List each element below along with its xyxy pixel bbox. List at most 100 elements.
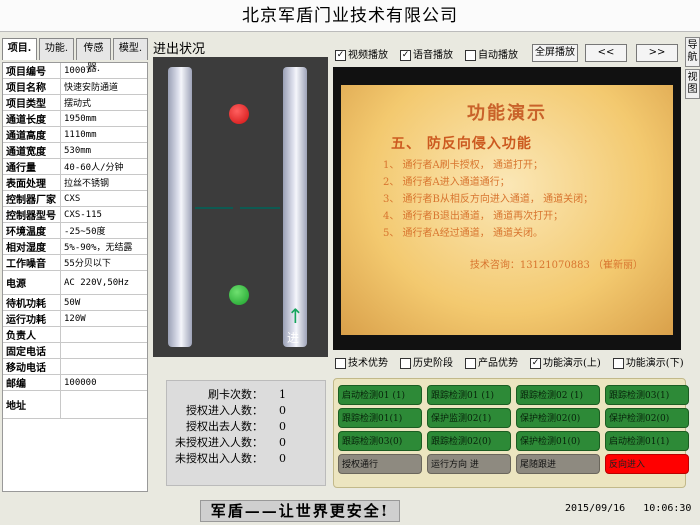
spec-key: 地址	[3, 391, 61, 418]
demo-mode-options: 技术优势 历史阶段 产品优势 ✓ 功能演示(上) 功能演示(下)	[335, 354, 684, 369]
passage-view: ↑ 进	[153, 57, 328, 357]
nav-tab[interactable]: 导航	[685, 37, 700, 67]
counter-label: 授权进入人数：	[186, 404, 263, 417]
voice-checkbox[interactable]: ✓ 语音播放	[400, 46, 453, 61]
view-tab[interactable]: 视图	[685, 69, 700, 99]
prev-button[interactable]: <<	[585, 44, 627, 62]
spec-value: 摆动式	[64, 99, 92, 109]
spec-key: 相对湿度	[3, 239, 61, 254]
auto-label: 自动播放	[478, 49, 518, 61]
slogan: 军盾——让世界更安全!	[200, 500, 400, 522]
checkbox-icon: ✓	[400, 49, 411, 61]
spec-key: 控制器厂家	[3, 191, 61, 206]
auto-checkbox[interactable]: 自动播放	[465, 46, 518, 61]
checkbox-icon: ✓	[530, 358, 541, 369]
spec-row: 控制器型号 CXS-115	[3, 207, 147, 223]
mode-checkbox-tech[interactable]: 技术优势	[335, 354, 388, 369]
counter-panel: 刷卡次数： 1 授权进入人数： 0 授权出去人数： 0 未授权进入人数： 0 未授权出入人数： 0	[166, 380, 326, 486]
status-cell: 运行方向 进	[427, 454, 511, 474]
slide-contact: 技术咨询：13121070883 （崔新丽）	[469, 260, 643, 271]
mode-checkbox-demo-upper[interactable]: ✓ 功能演示(上)	[530, 354, 601, 369]
tab-project[interactable]: 项目.	[2, 38, 37, 60]
checkbox-icon: ✓	[335, 49, 346, 61]
spec-row: 通道高度 1110mm	[3, 127, 147, 143]
spec-value: CXS-115	[64, 209, 102, 220]
spec-row: 项目编号 10007	[3, 63, 147, 79]
spec-value: 55分贝以下	[64, 259, 111, 269]
spec-key: 通道长度	[3, 111, 61, 126]
next-button[interactable]: >>	[636, 44, 678, 62]
spec-value: 1950mm	[64, 113, 97, 124]
spec-key: 项目类型	[3, 95, 61, 110]
left-gate-post	[168, 67, 192, 347]
mode-checkbox-product[interactable]: 产品优势	[465, 354, 518, 369]
fullscreen-button[interactable]: 全屏播放	[532, 44, 578, 62]
status-cell: 保护检测02(0)	[516, 408, 600, 428]
slide-line: 5、 通行者A经过通道， 通道关闭。	[383, 228, 543, 239]
slide-title: 功能演示	[467, 103, 547, 124]
spec-row: 相对湿度 5%-90%，无结露	[3, 239, 147, 255]
green-status-light	[229, 285, 249, 305]
tab-sensor[interactable]: 传感器.	[76, 38, 111, 74]
tab-model[interactable]: 模型.	[113, 38, 148, 60]
project-tabs: 项目. 功能. 传感器. 模型.	[2, 38, 148, 74]
spec-row: 通道长度 1950mm	[3, 111, 147, 127]
tab-function[interactable]: 功能.	[39, 38, 74, 60]
status-cell: 跟踪检测01(1)	[338, 408, 422, 428]
playback-options: ✓ 视频播放 ✓ 语音播放 自动播放 全屏播放	[335, 44, 578, 62]
status-cell: 保护检测01(0)	[516, 431, 600, 451]
spec-value: 120W	[64, 313, 86, 324]
voice-label: 语音播放	[413, 49, 453, 61]
spec-key: 运行功耗	[3, 311, 61, 326]
spec-row: 邮编 100000	[3, 375, 147, 391]
mode-checkbox-demo-lower[interactable]: 功能演示(下)	[612, 354, 684, 369]
spec-key: 通道宽度	[3, 143, 61, 158]
right-gate-flap	[240, 207, 280, 209]
spec-key: 表面处理	[3, 175, 61, 190]
spec-row: 通行量 40-60人/分钟	[3, 159, 147, 175]
spec-value: 40-60人/分钟	[64, 163, 124, 173]
red-status-light	[229, 104, 249, 124]
checkbox-icon	[400, 358, 411, 369]
spec-key: 邮编	[3, 375, 61, 390]
spec-row: 地址	[3, 391, 147, 419]
checkbox-icon	[465, 358, 476, 369]
sensor-status-grid: 启动检测01 (1) 跟踪检测01 (1) 跟踪检测02 (1) 跟踪检测03(1) 跟…	[333, 378, 689, 488]
counter-row: 未授权进入人数： 0	[173, 435, 325, 451]
demo-viewer: 功能演示 五、 防反向侵入功能 1、 通行者A刷卡授权， 通道打开； 2、 通行…	[333, 67, 681, 350]
window-title: 北京军盾门业技术有限公司	[0, 0, 700, 32]
status-cell: 保护检测02(0)	[605, 408, 689, 428]
spec-row: 项目类型 摆动式	[3, 95, 147, 111]
slide-line: 1、 通行者A刷卡授权， 通道打开；	[383, 160, 543, 171]
spec-row: 控制器厂家 CXS	[3, 191, 147, 207]
counter-row: 授权出去人数： 0	[173, 419, 325, 435]
spec-key: 电源	[3, 271, 61, 294]
passage-label: 进出状况	[153, 42, 206, 57]
status-cell: 启动检测01 (1)	[338, 385, 422, 405]
spec-key: 环境温度	[3, 223, 61, 238]
status-datetime: 2015/09/16 10:06:30	[565, 503, 691, 514]
status-date: 2015/09/16	[565, 503, 626, 514]
spec-value	[61, 343, 147, 358]
counter-row: 刷卡次数： 1	[173, 387, 325, 403]
counter-label: 刷卡次数：	[208, 388, 263, 401]
checkbox-icon	[335, 358, 346, 369]
slide-subtitle: 五、 防反向侵入功能	[391, 136, 532, 152]
spec-row: 负责人	[3, 327, 147, 343]
mode-label: 功能演示(下)	[625, 358, 684, 369]
status-time: 10:06:30	[643, 503, 692, 514]
spec-value: AC 220V,50Hz	[64, 277, 130, 288]
spec-row: 项目名称 快速安防通道	[3, 79, 147, 95]
spec-row: 电源 AC 220V,50Hz	[3, 271, 147, 295]
mode-checkbox-history[interactable]: 历史阶段	[400, 354, 453, 369]
spec-table: 项目编号 10007 项目名称 快速安防通道 项目类型 摆动式 通道长度 1950mm 通道高度…	[2, 62, 148, 492]
spec-key: 待机功耗	[3, 295, 61, 310]
counter-value: 0	[279, 436, 286, 449]
spec-row: 环境温度 -25~50度	[3, 223, 147, 239]
video-checkbox[interactable]: ✓ 视频播放	[335, 46, 388, 61]
spec-key: 固定电话	[3, 343, 61, 358]
status-cell: 跟踪检测01 (1)	[427, 385, 511, 405]
slide-line: 4、 通行者B退出通道， 通道再次打开；	[383, 211, 564, 222]
mode-label: 产品优势	[478, 358, 518, 369]
mode-label: 历史阶段	[413, 358, 453, 369]
